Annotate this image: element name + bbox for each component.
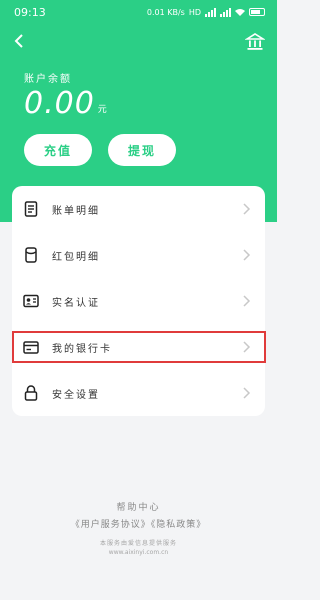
menu-item-label: 红包明细 [52, 251, 100, 263]
id-card-icon [23, 293, 39, 309]
document-icon [23, 201, 39, 217]
status-bar: 09:13 0.01 KB/s HD [0, 0, 277, 24]
red-packet-icon [23, 247, 39, 263]
chevron-right-icon [243, 249, 251, 261]
balance-value: 0.00 [24, 86, 95, 121]
menu-card: 账单明细 红包明细 实名认证 我的银行卡 安全设置 [12, 186, 265, 416]
footer-links: 《用户服务协议》《隐私政策》 [0, 517, 277, 530]
hd-badge: HD [188, 7, 201, 17]
wifi-icon [235, 9, 245, 16]
user-agreement-link[interactable]: 《用户服务协议》 [71, 520, 151, 530]
balance-label: 账户余额 [24, 74, 72, 85]
signal-icon-2 [220, 7, 231, 17]
menu-item-label: 实名认证 [52, 297, 100, 309]
menu-item-red-packet-details[interactable]: 红包明细 [12, 236, 265, 274]
lock-icon [23, 385, 39, 401]
withdraw-button[interactable]: 提现 [108, 134, 176, 166]
bank-icon[interactable] [245, 32, 265, 52]
menu-item-bill-details[interactable]: 账单明细 [12, 190, 265, 228]
back-button[interactable] [8, 30, 30, 52]
menu-item-real-name-verification[interactable]: 实名认证 [12, 282, 265, 320]
chevron-right-icon [243, 295, 251, 307]
menu-item-label: 账单明细 [52, 205, 100, 217]
balance-unit: 元 [97, 105, 107, 115]
help-center-link[interactable]: 帮助中心 [0, 500, 277, 513]
menu-item-security-settings[interactable]: 安全设置 [12, 374, 265, 412]
signal-icon [205, 7, 216, 17]
balance-display: 0.00 元 [24, 86, 107, 121]
chevron-right-icon [243, 203, 251, 215]
chevron-left-icon [14, 34, 23, 48]
chevron-right-icon [243, 387, 251, 399]
service-provider-note: 本服务由爱信息提供服务 [99, 540, 177, 547]
privacy-policy-link[interactable]: 《隐私政策》 [151, 520, 207, 530]
network-speed: 0.01 KB/s [146, 7, 185, 17]
menu-item-label: 安全设置 [52, 389, 100, 401]
status-time: 09:13 [14, 5, 46, 19]
battery-icon [249, 8, 265, 16]
status-icons: 0.01 KB/s HD [146, 7, 265, 17]
bank-card-highlight-box [12, 331, 266, 363]
recharge-button[interactable]: 充值 [24, 134, 92, 166]
provider-domain: www.aixinyi.com.cn [108, 549, 169, 556]
